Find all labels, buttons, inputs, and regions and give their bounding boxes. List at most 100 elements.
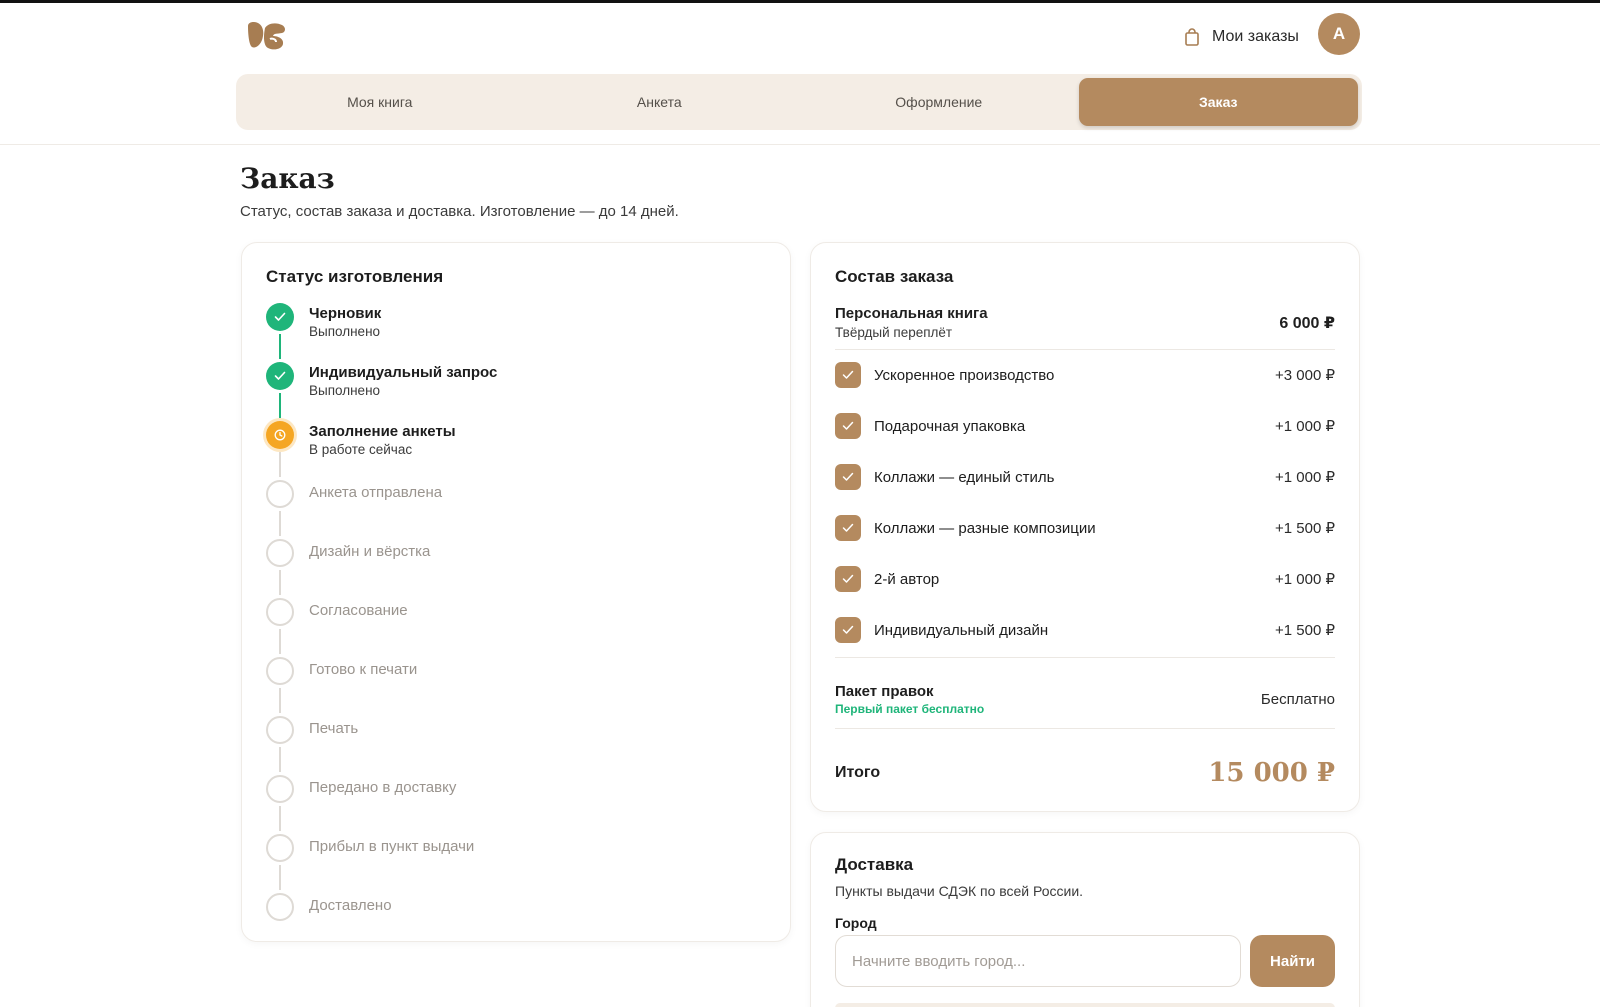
page-title: Заказ: [240, 162, 335, 195]
step-connector: [279, 629, 281, 654]
step-connector: [279, 806, 281, 831]
my-orders-link[interactable]: Мои заказы: [1184, 25, 1299, 49]
addon-row: Индивидуальный дизайн +1 500 ₽: [835, 616, 1335, 644]
step-status: Выполнено: [309, 324, 381, 339]
base-item: Персональная книга Твёрдый переплёт 6 00…: [835, 305, 1335, 340]
step-pending-indicator: [266, 539, 294, 567]
status-step: Согласование: [266, 598, 766, 657]
step-connector: [279, 747, 281, 772]
revisions-price: Бесплатно: [1260, 691, 1335, 708]
addon-price: +3 000 ₽: [1274, 367, 1335, 384]
addon-checkbox[interactable]: [835, 515, 861, 541]
step-status: В работе сейчас: [309, 442, 413, 457]
delivery-card-title: Доставка: [835, 855, 914, 874]
status-step: Прибыл в пункт выдачи: [266, 834, 766, 893]
step-title: Доставлено: [309, 897, 392, 914]
step-title: Дизайн и вёрстка: [309, 543, 431, 560]
step-pending-indicator: [266, 598, 294, 626]
addon-checkbox[interactable]: [835, 413, 861, 439]
check-icon: [274, 371, 286, 380]
step-pending-indicator: [266, 775, 294, 803]
addon-price: +1 500 ₽: [1274, 622, 1335, 639]
page-subtitle: Статус, состав заказа и доставка. Изгото…: [240, 203, 679, 220]
status-step: Готово к печати: [266, 657, 766, 716]
addon-price: +1 000 ₽: [1274, 571, 1335, 588]
addon-row: Коллажи — единый стиль +1 000 ₽: [835, 463, 1335, 491]
step-pending-indicator: [266, 716, 294, 744]
user-avatar[interactable]: А: [1318, 13, 1360, 55]
order-total: Итого 15 000 ₽: [835, 755, 1335, 791]
step-connector: [279, 688, 281, 713]
status-step: Печать: [266, 716, 766, 775]
addon-name: Индивидуальный дизайн: [874, 621, 1049, 639]
pickup-points-panel: [835, 1003, 1335, 1007]
step-title: Черновик: [309, 305, 382, 322]
addon-row: Ускоренное производство +3 000 ₽: [835, 361, 1335, 389]
step-done-indicator: [266, 303, 294, 331]
addon-row: Подарочная упаковка +1 000 ₽: [835, 412, 1335, 440]
total-value: 15 000 ₽: [1208, 758, 1335, 788]
addon-checkbox[interactable]: [835, 362, 861, 388]
status-step: Индивидуальный запрос Выполнено: [266, 362, 766, 421]
total-label: Итого: [835, 764, 881, 781]
status-step: Заполнение анкеты В работе сейчас: [266, 421, 766, 480]
step-title: Готово к печати: [309, 661, 418, 678]
addon-name: Коллажи — разные композиции: [874, 519, 1096, 537]
step-connector: [279, 393, 281, 418]
step-pending-indicator: [266, 657, 294, 685]
production-status-card: Статус изготовления Черновик Выполнено Инд…: [241, 242, 791, 942]
base-item-name: Персональная книга: [835, 305, 988, 322]
check-icon: [274, 312, 286, 321]
addon-price: +1 000 ₽: [1274, 418, 1335, 435]
step-connector: [279, 511, 281, 536]
step-connector: [279, 865, 281, 890]
addon-checkbox[interactable]: [835, 617, 861, 643]
step-title: Передано в доставку: [309, 779, 457, 796]
addon-name: Ускоренное производство: [874, 366, 1055, 384]
base-item-binding: Твёрдый переплёт: [835, 325, 953, 340]
checkbox-check-icon: [842, 574, 854, 583]
city-search-input[interactable]: [835, 935, 1241, 987]
order-composition-card: Состав заказа Персональная книга Твёрдый…: [810, 242, 1360, 812]
step-current-indicator: [266, 421, 294, 449]
clock-icon: [274, 429, 286, 441]
step-pending-indicator: [266, 893, 294, 921]
status-timeline: Черновик Выполнено Индивидуальный запрос Вы…: [266, 303, 766, 952]
tab-my-book[interactable]: Моя книга: [240, 78, 520, 126]
addon-price: +1 500 ₽: [1274, 520, 1335, 537]
step-title: Прибыл в пункт выдачи: [309, 838, 475, 855]
my-orders-label: Мои заказы: [1212, 28, 1299, 45]
checkbox-check-icon: [842, 472, 854, 481]
find-city-button[interactable]: Найти: [1250, 935, 1335, 987]
delivery-description: Пункты выдачи СДЭК по всей России.: [835, 883, 1084, 899]
step-title: Согласование: [309, 602, 408, 619]
base-item-price: 6 000 ₽: [1279, 315, 1335, 332]
step-title: Анкета отправлена: [309, 484, 443, 501]
order-card-title: Состав заказа: [835, 267, 954, 286]
status-step: Черновик Выполнено: [266, 303, 766, 362]
brand-logo-icon[interactable]: [246, 20, 288, 52]
addon-name: Подарочная упаковка: [874, 417, 1026, 435]
status-card-title: Статус изготовления: [266, 267, 444, 286]
tab-bar: Моя книга Анкета Оформление Заказ: [236, 74, 1362, 130]
divider: [835, 657, 1335, 658]
checkbox-check-icon: [842, 523, 854, 532]
step-pending-indicator: [266, 480, 294, 508]
divider: [835, 349, 1335, 350]
tab-questionnaire[interactable]: Анкета: [520, 78, 800, 126]
tab-design[interactable]: Оформление: [799, 78, 1079, 126]
step-connector: [279, 334, 281, 359]
step-title: Заполнение анкеты: [309, 423, 456, 440]
addon-checkbox[interactable]: [835, 566, 861, 592]
divider: [835, 728, 1335, 729]
step-status: Выполнено: [309, 383, 381, 398]
checkbox-check-icon: [842, 421, 854, 430]
step-connector: [279, 570, 281, 595]
status-step: Передано в доставку: [266, 775, 766, 834]
app-header: Мои заказы А Моя книга Анкета Оформление…: [0, 3, 1600, 145]
step-done-indicator: [266, 362, 294, 390]
delivery-card: Доставка Пункты выдачи СДЭК по всей Росс…: [810, 832, 1360, 1007]
tab-order[interactable]: Заказ: [1078, 78, 1358, 126]
addon-row: 2-й автор +1 000 ₽: [835, 565, 1335, 593]
addon-checkbox[interactable]: [835, 464, 861, 490]
